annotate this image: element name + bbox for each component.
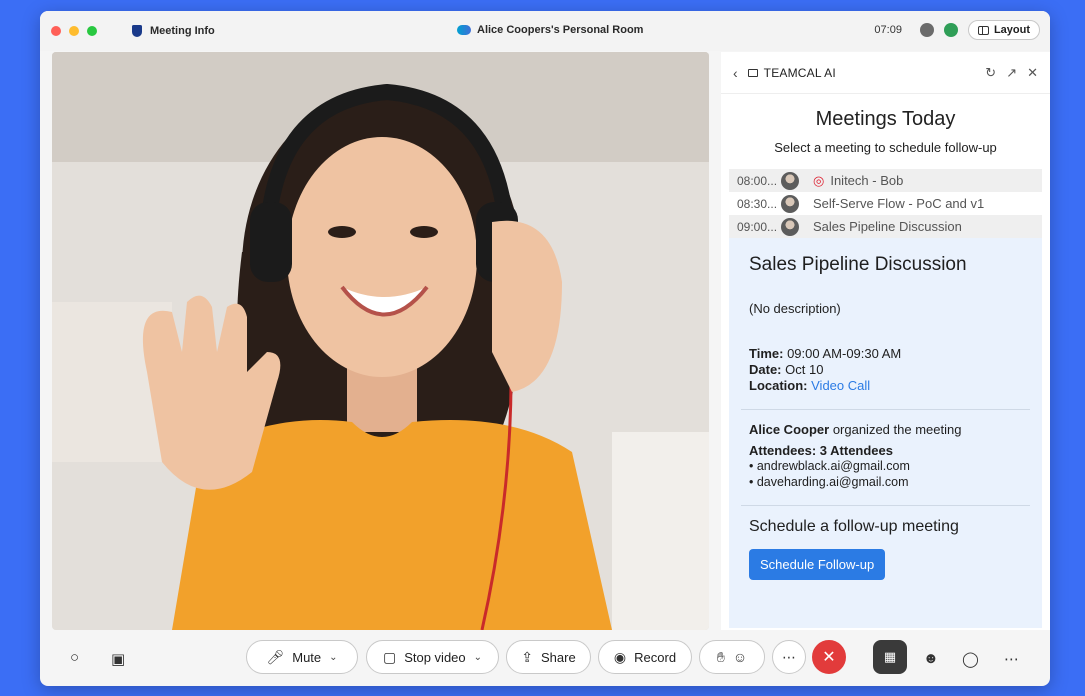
meeting-time: 08:30... [737, 196, 778, 211]
popout-icon[interactable]: ↗ [1006, 65, 1017, 81]
meeting-list: 08:00... ◎ Initech - Bob 08:30... Self-S… [729, 169, 1042, 238]
ellipsis-icon: ⋯ [782, 648, 796, 665]
microphone-icon: 🎤︎ [266, 648, 285, 665]
organizer-text: organized the meeting [832, 422, 962, 437]
panel-body: Meetings Today Select a meeting to sched… [721, 108, 1050, 628]
network-status-icon[interactable] [943, 23, 958, 37]
detail-title: Sales Pipeline Discussion [749, 254, 967, 275]
app-icon [747, 68, 758, 77]
share-label: Share [541, 649, 576, 665]
meeting-row-initech[interactable]: 08:00... ◎ Initech - Bob [729, 169, 1042, 192]
time-value: 09:00 AM-09:30 AM [787, 346, 902, 361]
avatar [781, 171, 799, 190]
layout-icon [977, 25, 989, 35]
meeting-name: Initech - Bob [830, 173, 904, 188]
avatar [781, 217, 799, 236]
close-window-button[interactable] [51, 26, 61, 36]
apps-button[interactable]: ▦ [873, 640, 907, 674]
share-icon: ⇪ [521, 648, 534, 665]
record-button[interactable]: ◉ Record [598, 640, 692, 674]
meeting-window: Meeting Info Alice Coopers's Personal Ro… [40, 11, 1050, 686]
meeting-info-label: Meeting Info [150, 25, 215, 37]
close-icon: ✕ [822, 649, 836, 666]
chevron-down-icon[interactable]: ⌄ [329, 652, 337, 663]
date-label: Date: [749, 362, 782, 377]
layout-label: Layout [993, 24, 1030, 36]
minimize-window-button[interactable] [69, 26, 79, 36]
mute-label: Mute [292, 649, 322, 665]
meeting-name: Sales Pipeline Discussion [813, 219, 962, 234]
title-bar: Meeting Info Alice Coopers's Personal Ro… [40, 11, 1050, 51]
chevron-down-icon[interactable]: ⌄ [474, 652, 482, 663]
detail-description: (No description) [749, 301, 841, 316]
video-camera-icon: ▢ [382, 648, 397, 665]
meetings-title: Meetings Today [815, 108, 956, 130]
meeting-info-button[interactable]: Meeting Info [132, 25, 215, 37]
meeting-clock: 07:09 [874, 24, 902, 36]
meeting-controls: ○ ▣ 🎤︎ Mute ⌄ ▢ Stop video ⌄ ⇪ Share ◉ R… [40, 640, 1050, 686]
attendees-label: Attendees: 3 Attendees [749, 443, 893, 458]
raise-hand-icon: ✋︎ [716, 648, 725, 665]
window-controls [51, 26, 97, 36]
mute-button[interactable]: 🎤︎ Mute ⌄ [246, 640, 358, 674]
divider [741, 505, 1030, 506]
webex-logo-icon [457, 25, 471, 35]
more-icon[interactable]: ⋯ [1004, 650, 1019, 668]
schedule-followup-button[interactable]: Schedule Follow-up [749, 549, 886, 580]
meeting-row-sales-pipeline[interactable]: 09:00... Sales Pipeline Discussion [729, 215, 1042, 238]
participant-video[interactable] [52, 52, 709, 630]
meeting-row-self-serve[interactable]: 08:30... Self-Serve Flow - PoC and v1 [729, 192, 1042, 215]
organizer-line: Alice Cooper organized the meeting [749, 422, 1022, 437]
date-value: Oct 10 [785, 362, 824, 377]
chat-icon[interactable]: ◯ [962, 650, 979, 668]
meeting-time: 09:00... [737, 219, 778, 234]
more-options-button[interactable]: ⋯ [772, 640, 806, 674]
refresh-icon[interactable]: ↻ [985, 65, 996, 81]
end-call-button[interactable]: ✕ [812, 640, 846, 674]
meeting-time: 08:00... [737, 173, 778, 188]
panel-brand: TEAMCAL AI [763, 65, 836, 80]
record-icon: ◉ [613, 648, 627, 665]
divider [741, 409, 1030, 410]
lock-status-icon[interactable] [919, 23, 934, 37]
stop-video-label: Stop video [404, 649, 466, 665]
close-icon[interactable]: ✕ [1027, 65, 1038, 81]
back-chevron-icon[interactable]: ‹ [733, 65, 738, 81]
attendee-email: daveharding.ai@gmail.com [749, 474, 1022, 490]
time-label: Time: [749, 346, 784, 361]
activity-ring-icon[interactable]: ○ [70, 649, 79, 666]
room-title: Alice Coopers's Personal Room [457, 24, 643, 36]
record-label: Record [634, 649, 677, 665]
layout-button[interactable]: Layout [967, 20, 1040, 40]
participant-video-image [52, 52, 709, 630]
participants-icon[interactable]: ☻ [923, 650, 939, 667]
meeting-name: Self-Serve Flow - PoC and v1 [813, 196, 985, 211]
panel-header: ‹ TEAMCAL AI ↻ ↗ ✕ [721, 52, 1050, 94]
maximize-window-button[interactable] [87, 26, 97, 36]
target-icon: ◎ [813, 172, 825, 188]
apps-grid-icon: ▦ [883, 649, 897, 664]
reactions-button[interactable]: ✋︎ ☺ [699, 640, 765, 674]
teamcal-panel: ‹ TEAMCAL AI ↻ ↗ ✕ Meetings Today Select… [721, 52, 1050, 630]
avatar [781, 194, 799, 213]
attendee-list: andrewblack.ai@gmail.com daveharding.ai@… [749, 458, 1022, 490]
followup-heading: Schedule a follow-up meeting [749, 518, 959, 535]
meeting-detail: Sales Pipeline Discussion (No descriptio… [729, 238, 1042, 628]
stop-video-button[interactable]: ▢ Stop video ⌄ [366, 640, 499, 674]
detail-info: Time: 09:00 AM-09:30 AM Date: Oct 10 Loc… [749, 346, 1022, 394]
meetings-subtitle: Select a meeting to schedule follow-up [774, 140, 997, 155]
attendee-email: andrewblack.ai@gmail.com [749, 458, 1022, 474]
location-link[interactable]: Video Call [811, 378, 870, 393]
titlebar-right: 07:09 Layout [874, 20, 1040, 40]
share-button[interactable]: ⇪ Share [506, 640, 591, 674]
captions-icon[interactable]: ▣ [111, 650, 125, 668]
location-label: Location: [749, 378, 808, 393]
room-title-label: Alice Coopers's Personal Room [477, 24, 644, 36]
panel-header-actions: ↻ ↗ ✕ [985, 65, 1038, 81]
organizer-name: Alice Cooper [749, 422, 830, 437]
shield-icon [132, 25, 142, 37]
emoji-icon: ☺ [732, 649, 748, 665]
